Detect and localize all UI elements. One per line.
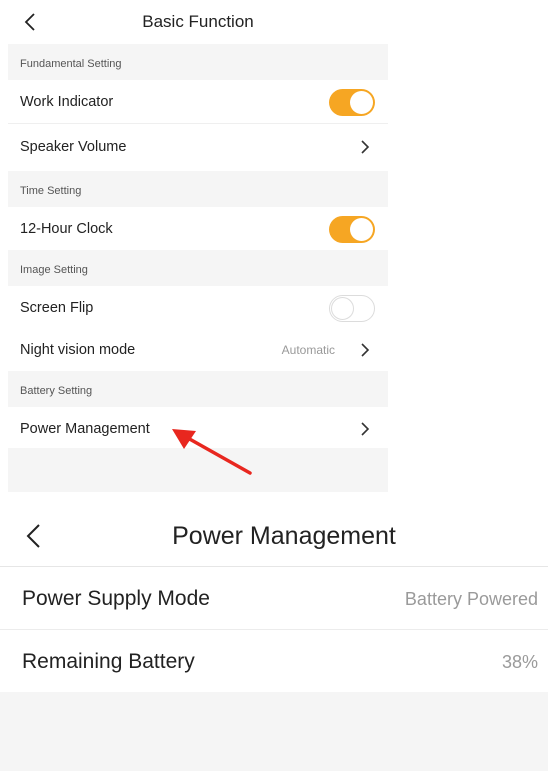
- row-label: 12-Hour Clock: [20, 221, 113, 237]
- row-label: Night vision mode: [20, 342, 136, 358]
- row-power-supply-mode: Power Supply Mode Battery Powered: [0, 568, 548, 630]
- row-12-hour-clock: 12-Hour Clock: [8, 207, 388, 251]
- row-screen-flip: Screen Flip: [8, 286, 388, 330]
- row-label: Remaining Battery: [22, 650, 195, 673]
- row-remaining-battery: Remaining Battery 38%: [0, 631, 548, 693]
- row-label: Work Indicator: [20, 94, 114, 110]
- section-battery-setting: Battery Setting: [8, 371, 388, 407]
- night-vision-value: Automatic: [281, 343, 335, 357]
- header: Power Management: [0, 500, 548, 567]
- power-supply-mode-value: Battery Powered: [404, 589, 538, 609]
- power-management-screen: Power Management Power Supply Mode Batte…: [0, 500, 548, 771]
- toggle-knob: [350, 218, 373, 241]
- section-time-setting: Time Setting: [8, 171, 388, 207]
- empty-area: [0, 692, 548, 771]
- row-label: Speaker Volume: [20, 139, 127, 155]
- page-title: Basic Function: [142, 12, 254, 31]
- remaining-battery-value: 38%: [501, 652, 538, 672]
- chevron-right-icon: [361, 343, 370, 357]
- screen-flip-toggle[interactable]: [329, 295, 375, 322]
- section-image-setting: Image Setting: [8, 250, 388, 286]
- section-fundamental-setting: Fundamental Setting: [8, 44, 388, 80]
- row-label: Screen Flip: [20, 300, 94, 316]
- toggle-knob: [350, 91, 373, 114]
- header: Basic Function: [8, 0, 388, 44]
- row-work-indicator: Work Indicator: [8, 80, 388, 124]
- work-indicator-toggle[interactable]: [329, 89, 375, 116]
- row-speaker-volume[interactable]: Speaker Volume: [8, 125, 388, 169]
- 12-hour-clock-toggle[interactable]: [329, 216, 375, 243]
- row-night-vision-mode[interactable]: Night vision mode Automatic: [8, 328, 388, 372]
- chevron-right-icon: [361, 422, 370, 436]
- row-label: Power Supply Mode: [22, 587, 210, 610]
- red-annotation-arrow: [172, 429, 252, 475]
- row-label: Power Management: [20, 421, 150, 437]
- page-title: Power Management: [172, 522, 396, 550]
- basic-function-screen: Basic Function Fundamental Setting Work …: [8, 0, 388, 492]
- toggle-knob: [331, 297, 354, 320]
- chevron-right-icon: [361, 140, 370, 154]
